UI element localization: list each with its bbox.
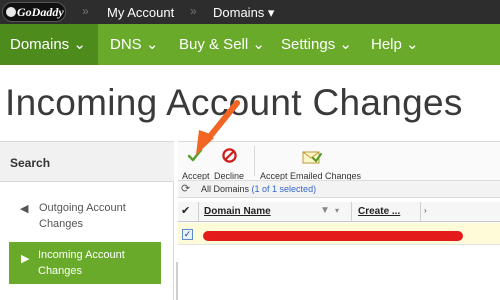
arrow-left-icon: ◀ xyxy=(20,203,29,215)
table-row[interactable]: ✓ xyxy=(178,223,500,245)
nav-settings[interactable]: Settings ⌄ xyxy=(271,24,362,65)
nav-help[interactable]: Help ⌄ xyxy=(361,24,429,65)
column-create-date[interactable]: Create ... xyxy=(358,206,400,217)
column-divider xyxy=(420,202,421,222)
decline-icon xyxy=(222,148,237,163)
sort-menu-icon[interactable]: ▾ xyxy=(335,206,339,215)
table-header: ✔ Domain Name ▼ ▾ Create ... › xyxy=(178,202,500,222)
email-check-icon xyxy=(302,151,322,164)
row-checkbox[interactable]: ✓ xyxy=(182,229,193,240)
redacted-domain-name xyxy=(203,231,463,241)
column-divider xyxy=(198,202,199,222)
breadcrumb-separator-icon: » xyxy=(190,4,197,18)
column-divider xyxy=(351,202,352,222)
sidebar-item-label: Incoming Account Changes xyxy=(38,249,125,277)
column-domain-name[interactable]: Domain Name xyxy=(204,206,271,217)
refresh-icon[interactable]: ⟳ xyxy=(181,182,190,195)
breadcrumb-separator-icon: » xyxy=(82,4,89,18)
my-account-link[interactable]: My Account xyxy=(107,5,174,20)
logo-text: GoDaddy xyxy=(17,5,64,19)
nav-domains[interactable]: Domains ⌄ xyxy=(0,24,98,65)
toolbar: Accept Decline Accept Emailed Changes xyxy=(178,142,500,181)
accept-emailed-changes-button[interactable]: Accept Emailed Changes xyxy=(260,145,368,181)
checkmark-icon xyxy=(187,148,203,162)
sidebar-item-outgoing[interactable]: ◀ Outgoing Account Changes xyxy=(10,200,160,234)
filter-icon[interactable]: ▼ xyxy=(320,205,330,216)
decline-button[interactable]: Decline xyxy=(212,145,248,181)
all-domains-label: All Domains (1 of 1 selected) xyxy=(201,184,316,194)
toolbar-divider xyxy=(254,146,255,176)
selected-count[interactable]: (1 of 1 selected) xyxy=(252,184,317,194)
accept-button[interactable]: Accept xyxy=(180,145,210,181)
changes-grid: Accept Decline Accept Emailed Changes ⟳ … xyxy=(178,141,500,300)
sidebar-item-label: Outgoing Account Changes xyxy=(39,202,126,230)
domain-filter-bar: ⟳ All Domains (1 of 1 selected) xyxy=(178,180,500,198)
search-panel: Search ◀ Outgoing Account Changes ▶ Inco… xyxy=(0,141,174,300)
nav-buy-sell[interactable]: Buy & Sell ⌄ xyxy=(169,24,275,65)
page-title: Incoming Account Changes xyxy=(5,82,463,123)
godaddy-logo[interactable]: GoDaddy xyxy=(2,2,66,22)
select-all-check-icon[interactable]: ✔ xyxy=(181,204,190,217)
column-chevron-right-icon[interactable]: › xyxy=(424,206,427,215)
arrow-right-icon: ▶ xyxy=(21,253,30,265)
search-panel-header: Search xyxy=(0,142,174,182)
search-panel-title: Search xyxy=(10,156,51,170)
main-nav: Domains ⌄ DNS ⌄ Buy & Sell ⌄ Settings ⌄ … xyxy=(0,24,500,65)
sidebar-item-incoming[interactable]: ▶ Incoming Account Changes xyxy=(9,242,161,284)
top-bar: GoDaddy » My Account » Domains ▾ xyxy=(0,0,500,24)
all-domains-text: All Domains xyxy=(201,184,250,194)
nav-dns[interactable]: DNS ⌄ xyxy=(100,24,168,65)
logo-mark-icon xyxy=(6,7,16,17)
domains-top-menu[interactable]: Domains ▾ xyxy=(213,5,274,21)
